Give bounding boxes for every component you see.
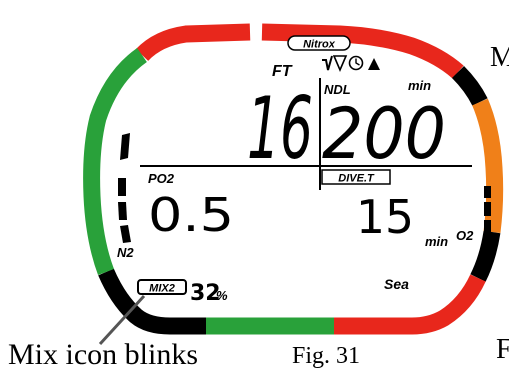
bell-icon bbox=[332, 55, 348, 73]
water-type: Sea bbox=[384, 276, 409, 292]
o2-segment bbox=[484, 220, 491, 232]
n2-segment bbox=[118, 178, 126, 196]
bezel-black-right bbox=[470, 230, 501, 282]
dive-time-label: DIVE.T bbox=[338, 173, 375, 185]
edge-letter-top: M bbox=[490, 42, 509, 73]
clock-icon bbox=[348, 55, 364, 71]
dive-time-badge: DIVE.T bbox=[321, 169, 391, 185]
bezel-black-top-right bbox=[451, 65, 488, 106]
bezel-red-top-left bbox=[135, 23, 251, 62]
mix-badge: MIX2 bbox=[137, 279, 187, 295]
nitrox-badge: Nitrox bbox=[287, 35, 351, 51]
po2-value: 0.5 bbox=[148, 188, 234, 242]
bezel-green-left bbox=[83, 48, 148, 275]
dive-computer-display: N2 O2 Nitrox FT 16 NDL min 200 PO2 0.5 D… bbox=[83, 23, 504, 346]
o2-segment bbox=[484, 186, 491, 198]
gas-percent-unit: % bbox=[216, 288, 228, 303]
depth-value: 16 bbox=[247, 79, 313, 179]
edge-letter-bottom: F bbox=[496, 334, 509, 365]
nitrox-badge-label: Nitrox bbox=[303, 39, 336, 51]
o2-label: O2 bbox=[456, 228, 474, 243]
caption-text: Mix icon blinks bbox=[8, 338, 199, 371]
ndl-value: 200 bbox=[322, 93, 446, 175]
po2-label: PO2 bbox=[148, 171, 175, 186]
depth-unit: FT bbox=[272, 63, 293, 80]
dive-time-unit: min bbox=[425, 234, 448, 249]
n2-segment bbox=[118, 202, 127, 220]
ascent-icon bbox=[322, 55, 333, 71]
n2-bargraph bbox=[118, 133, 131, 243]
ndl-unit: min bbox=[408, 78, 431, 93]
figure-number: Fig. 31 bbox=[292, 343, 361, 369]
n2-label: N2 bbox=[117, 245, 134, 260]
n2-segment bbox=[120, 225, 131, 243]
triangle-icon bbox=[368, 58, 380, 70]
n2-segment bbox=[120, 133, 130, 160]
mix-badge-label: MIX2 bbox=[149, 283, 175, 295]
o2-bargraph bbox=[484, 186, 491, 232]
mode-icons bbox=[322, 55, 380, 73]
o2-segment bbox=[484, 202, 491, 216]
dive-time-value: 15 bbox=[356, 190, 414, 244]
